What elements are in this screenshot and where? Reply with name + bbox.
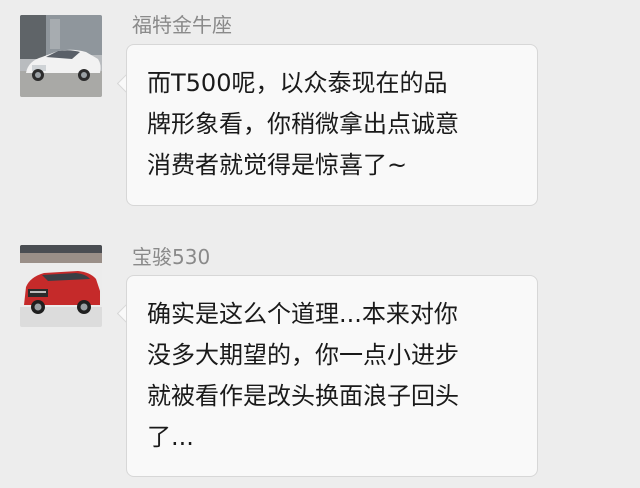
red-suv-car-photo-icon — [20, 245, 102, 327]
sender-name: 宝骏530 — [132, 245, 211, 269]
avatar[interactable] — [20, 245, 102, 327]
white-sedan-car-photo-icon — [20, 15, 102, 97]
message-bubble: 而T500呢，以众泰现在的品 牌形象看，你稍微拿出点诚意 消费者就觉得是惊喜了~ — [126, 44, 538, 206]
avatar[interactable] — [20, 15, 102, 97]
sender-name: 福特金牛座 — [132, 13, 232, 37]
message-bubble: 确实是这么个道理...本来对你 没多大期望的，你一点小进步 就被看作是改头换面浪… — [126, 275, 538, 477]
